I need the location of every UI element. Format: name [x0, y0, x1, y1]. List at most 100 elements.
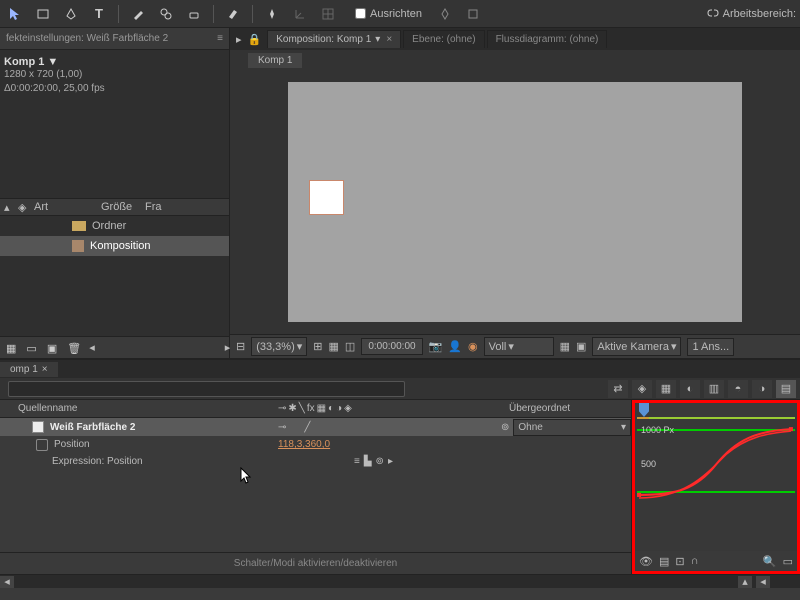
parent-dropdown[interactable]: Ohne▾	[513, 419, 631, 436]
timeline-tab[interactable]: omp 1 ×	[0, 362, 58, 377]
expression-row[interactable]: Expression: Position ≡ ▙ ⊚ ▸	[0, 453, 631, 470]
timeline-search-input[interactable]	[8, 381, 405, 397]
graph-editor[interactable]: 1000 Px 500 👁 ▤ ⊡ ∩ 🔍 ▭	[632, 400, 800, 574]
graph-editor-icon[interactable]: ◓	[728, 380, 748, 398]
motion-blur-icon[interactable]: ◐	[680, 380, 700, 398]
grid-icon[interactable]: ▦	[329, 340, 339, 353]
timeline-footer-label[interactable]: Schalter/Modi aktivieren/deaktivieren	[0, 552, 631, 574]
comp-name[interactable]: Komp 1	[4, 56, 44, 68]
comp-duration: Δ0:00:20:00, 25,00 fps	[4, 82, 221, 96]
pickwhip-icon[interactable]: ⊚	[501, 422, 509, 433]
res-icon[interactable]: ⊞	[313, 340, 322, 353]
close-icon[interactable]: ×	[386, 34, 392, 45]
tab-label: Komposition: Komp 1	[276, 34, 371, 45]
comp-subtab[interactable]: Komp 1	[248, 53, 302, 68]
align-checkbox[interactable]: Ausrichten	[355, 8, 422, 20]
eye-icon[interactable]: 👁	[639, 555, 653, 568]
shy-icon[interactable]: ⇄	[608, 380, 628, 398]
scroll-left-icon[interactable]: ◂	[756, 576, 770, 588]
views-dropdown[interactable]: 1 Ans...	[687, 338, 734, 356]
new-folder-icon[interactable]: ▭	[26, 342, 36, 354]
tag-icon[interactable]: ◈	[18, 201, 30, 214]
chevron-down-icon[interactable]: ▼	[47, 56, 58, 68]
property-position-row[interactable]: Position 118,3,360,0	[0, 436, 631, 453]
grid-icon[interactable]	[317, 3, 339, 25]
snap2-icon[interactable]	[462, 3, 484, 25]
stopwatch-icon[interactable]	[36, 439, 48, 451]
project-row-folder[interactable]: Ordner	[0, 216, 229, 236]
rotobrush-tool-icon[interactable]	[222, 3, 244, 25]
col-size[interactable]: Größe	[101, 201, 141, 213]
chevron-down-icon[interactable]: ▾	[375, 34, 380, 45]
col-fr[interactable]: Fra	[145, 201, 165, 213]
axis-icon[interactable]	[289, 3, 311, 25]
transparency-icon[interactable]: ▦	[560, 340, 570, 353]
link-icon[interactable]	[705, 8, 717, 20]
brain-icon[interactable]: ▥	[704, 380, 724, 398]
sort-arrow-icon[interactable]: ▴	[4, 201, 14, 214]
eraser-tool-icon[interactable]	[183, 3, 205, 25]
lock-icon[interactable]: 🔒	[248, 33, 262, 46]
snap-icon[interactable]	[434, 3, 456, 25]
snap-icon[interactable]: ∩	[691, 555, 699, 567]
expr-menu-icon[interactable]: ▸	[388, 456, 393, 467]
layer-row[interactable]: Weiß Farbfläche 2 ⊸╱ ⊚ Ohne▾	[0, 418, 631, 436]
chevron-down-icon: ▾	[671, 340, 677, 353]
col-type[interactable]: Art	[34, 201, 97, 213]
scroll-up-icon[interactable]: ▴	[738, 576, 752, 588]
graph-area[interactable]: 1000 Px 500	[635, 419, 797, 551]
channels-icon[interactable]: ◉	[468, 340, 478, 353]
adjustment-icon[interactable]: ◑	[752, 380, 772, 398]
auto-zoom-icon[interactable]: ▭	[783, 555, 793, 568]
graph-toggle-icon[interactable]: ▤	[776, 380, 796, 398]
show-snapshot-icon[interactable]: 👤	[448, 340, 462, 353]
viewer-panel[interactable]	[230, 70, 800, 334]
fit-icon[interactable]: ⊡	[675, 555, 684, 568]
3d-icon[interactable]: ▣	[576, 340, 586, 353]
3d-draft-icon[interactable]: ◈	[632, 380, 652, 398]
expr-pickwhip-icon[interactable]: ⊚	[376, 456, 384, 467]
solid-color-icon	[32, 421, 44, 433]
zoom-dropdown[interactable]: (33,3%)▾	[251, 337, 307, 356]
new-comp-icon[interactable]: ▣	[47, 342, 57, 354]
tab-composition[interactable]: Komposition: Komp 1 ▾ ×	[267, 30, 401, 48]
tab-layer[interactable]: Ebene: (ohne)	[403, 30, 484, 48]
panel-menu-icon[interactable]: ≡	[217, 33, 223, 44]
close-icon[interactable]: ×	[42, 364, 48, 375]
nav-left-icon[interactable]: ◂	[89, 341, 95, 354]
project-row-comp[interactable]: Komposition	[0, 236, 229, 256]
position-value[interactable]: 118,3,360,0	[278, 439, 330, 450]
collapse-icon[interactable]: ⊟	[236, 340, 245, 353]
main-toolbar: T Ausrichten Arbeitsbereich:	[0, 0, 800, 28]
hand-tool-icon[interactable]	[32, 3, 54, 25]
graph-ruler[interactable]	[635, 403, 797, 419]
selection-tool-icon[interactable]	[4, 3, 26, 25]
timecode-display[interactable]: 0:00:00:00	[361, 338, 422, 355]
tab-flowchart[interactable]: Flussdiagramm: (ohne)	[487, 30, 608, 48]
bits-icon[interactable]: ▦	[6, 342, 16, 354]
expr-enable-icon[interactable]: ≡	[354, 456, 360, 467]
snapshot-icon[interactable]: 📷	[429, 340, 443, 353]
pen-tool-icon[interactable]	[60, 3, 82, 25]
timeline-scrollbar[interactable]: ◂ ▴ ◂	[0, 574, 800, 588]
scroll-start-icon[interactable]: ◂	[0, 576, 14, 588]
pin-tool-icon[interactable]	[261, 3, 283, 25]
expr-graph-icon[interactable]: ▙	[364, 456, 372, 467]
layer-white-solid[interactable]	[310, 181, 343, 214]
brush-tool-icon[interactable]	[127, 3, 149, 25]
col-source-name[interactable]: Quellenname	[0, 403, 278, 414]
tab-disclosure-icon[interactable]: ▸	[236, 33, 242, 46]
mask-icon[interactable]: ◫	[345, 340, 355, 353]
clone-tool-icon[interactable]	[155, 3, 177, 25]
frame-blend-icon[interactable]: ▦	[656, 380, 676, 398]
graph-curves	[635, 419, 797, 510]
playhead-icon[interactable]	[639, 403, 649, 417]
trash-icon[interactable]: 🗑	[67, 342, 79, 354]
text-tool-icon[interactable]: T	[88, 3, 110, 25]
comp-canvas[interactable]	[288, 82, 742, 322]
col-parent[interactable]: Übergeordnet	[501, 403, 631, 414]
graph-type-icon[interactable]: ▤	[659, 555, 669, 568]
camera-dropdown[interactable]: Aktive Kamera▾	[592, 337, 681, 356]
resolution-dropdown[interactable]: Voll▾	[484, 337, 554, 356]
zoom-icon[interactable]: 🔍	[763, 555, 777, 568]
